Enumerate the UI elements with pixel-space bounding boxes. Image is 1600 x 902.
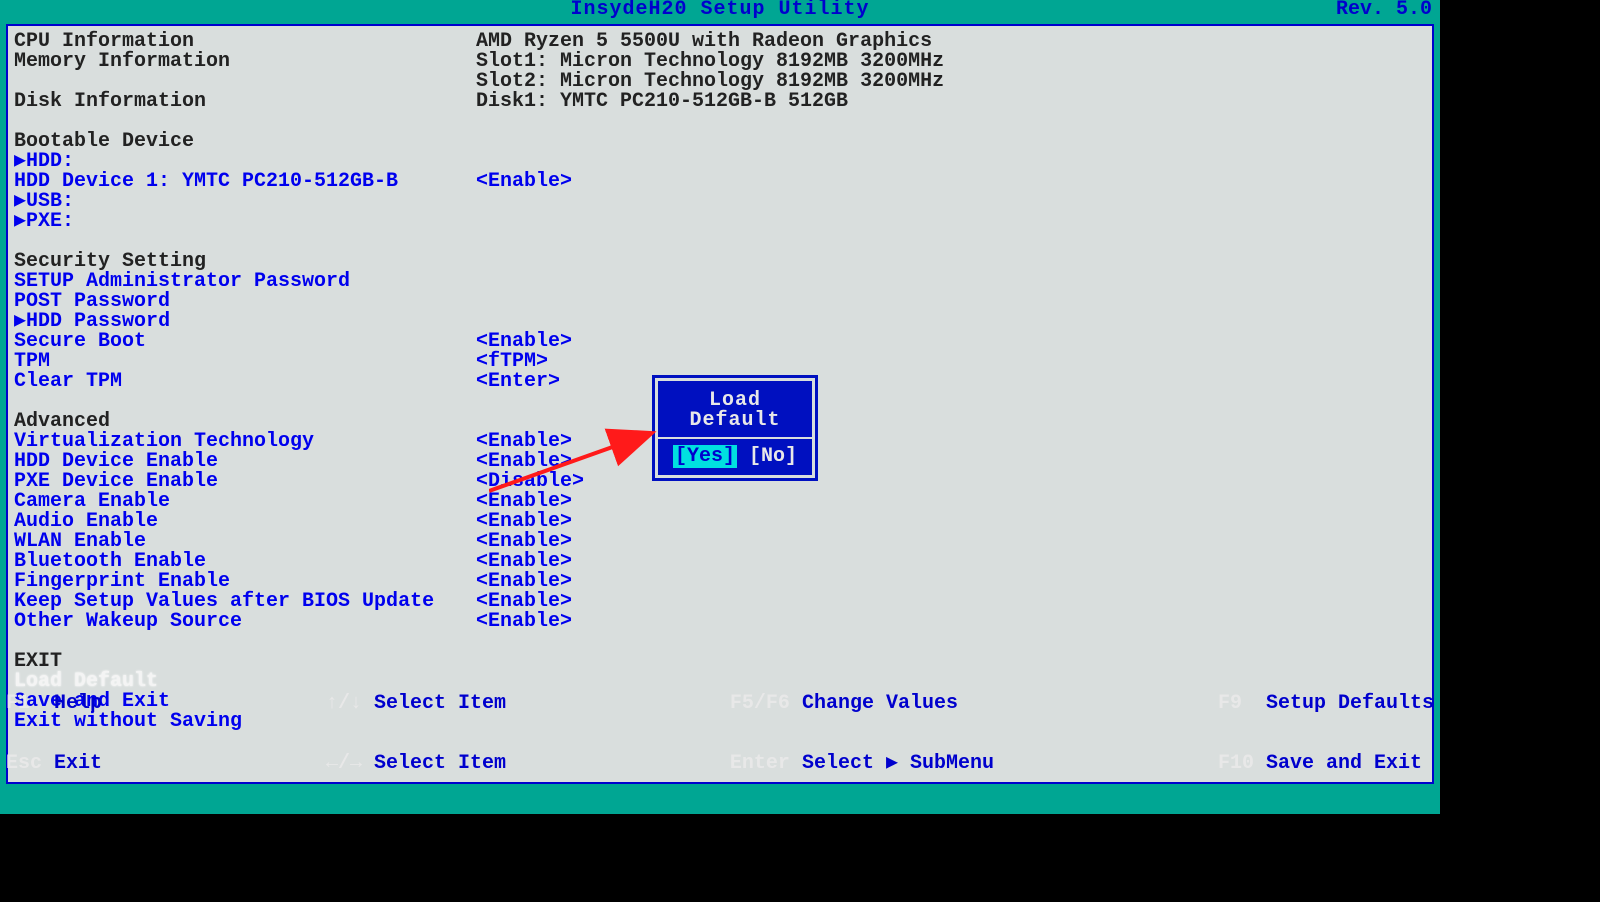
hdd-submenu[interactable]: ▶HDD:	[14, 152, 1424, 172]
select-item-2: Select Item	[374, 752, 506, 775]
fingerprint-enable-label[interactable]: Fingerprint Enable	[14, 572, 476, 592]
tpm-label[interactable]: TPM	[14, 352, 476, 372]
memory-info-label: Memory Information	[14, 52, 476, 72]
bootable-header: Bootable Device	[14, 132, 1424, 152]
esc-key: Esc	[6, 752, 54, 775]
leftright-key: ←/→	[326, 752, 374, 775]
usb-submenu[interactable]: ▶USB:	[14, 192, 1424, 212]
cpu-info-label: CPU Information	[14, 32, 476, 52]
other-wakeup-label[interactable]: Other Wakeup Source	[14, 612, 476, 632]
exit-without-saving-item[interactable]: Exit without Saving	[14, 712, 1424, 732]
f5f6-key: F5/F6	[730, 692, 802, 715]
dialog-yes-button[interactable]: [Yes]	[673, 445, 737, 468]
fingerprint-enable-value[interactable]: <Enable>	[476, 572, 572, 592]
security-header: Security Setting	[14, 252, 1424, 272]
bluetooth-enable-label[interactable]: Bluetooth Enable	[14, 552, 476, 572]
hdd-enable-label[interactable]: HDD Device Enable	[14, 452, 476, 472]
save-and-exit-hint: Save and Exit	[1266, 752, 1422, 775]
audio-enable-label[interactable]: Audio Enable	[14, 512, 476, 532]
secure-boot-label[interactable]: Secure Boot	[14, 332, 476, 352]
select-item-1: Select Item	[374, 692, 506, 715]
title-bar: InsydeH20 Setup Utility	[0, 0, 1440, 20]
memory-slot1: Slot1: Micron Technology 8192MB 3200MHz	[476, 52, 944, 72]
change-values: Change Values	[802, 692, 958, 715]
tpm-value[interactable]: <fTPM>	[476, 352, 548, 372]
camera-enable-value[interactable]: <Enable>	[476, 492, 572, 512]
camera-enable-label[interactable]: Camera Enable	[14, 492, 476, 512]
wlan-enable-label[interactable]: WLAN Enable	[14, 532, 476, 552]
virtualization-value[interactable]: <Enable>	[476, 432, 572, 452]
hdd-password[interactable]: ▶HDD Password	[14, 312, 1424, 332]
enter-key: Enter	[730, 752, 802, 775]
updown-key: ↑/↓	[326, 692, 374, 715]
secure-boot-value[interactable]: <Enable>	[476, 332, 572, 352]
other-wakeup-value[interactable]: <Enable>	[476, 612, 572, 632]
dialog-no-button[interactable]: [No]	[749, 445, 797, 468]
select-submenu: Select ▶ SubMenu	[802, 752, 994, 775]
keep-values-value[interactable]: <Enable>	[476, 592, 572, 612]
hdd-device-1[interactable]: HDD Device 1: YMTC PC210-512GB-B	[14, 172, 476, 192]
pxe-submenu[interactable]: ▶PXE:	[14, 212, 1424, 232]
f1-help: Help	[54, 692, 102, 715]
hdd-device-1-value[interactable]: <Enable>	[476, 172, 572, 192]
load-default-item[interactable]: Load Default	[14, 672, 1424, 692]
f1-key: F1	[6, 692, 54, 715]
f9-key: F9	[1218, 692, 1266, 715]
post-password[interactable]: POST Password	[14, 292, 1424, 312]
bios-screen: InsydeH20 Setup Utility Rev. 5.0 CPU Inf…	[0, 0, 1440, 814]
footer-bar: F1 Help Esc Exit ↑/↓ Select Item ←/→ Sel…	[0, 786, 1440, 814]
bluetooth-enable-value[interactable]: <Enable>	[476, 552, 572, 572]
dialog-title: Load Default	[658, 385, 812, 439]
virtualization-label[interactable]: Virtualization Technology	[14, 432, 476, 452]
memory-slot2: Slot2: Micron Technology 8192MB 3200MHz	[476, 72, 944, 92]
save-and-exit-item[interactable]: Save and Exit	[14, 692, 1424, 712]
load-default-dialog: Load Default [Yes] [No]	[655, 378, 815, 478]
disk-info-label: Disk Information	[14, 92, 476, 112]
pxe-enable-label[interactable]: PXE Device Enable	[14, 472, 476, 492]
clear-tpm-value[interactable]: <Enter>	[476, 372, 560, 392]
pxe-enable-value[interactable]: <Disable>	[476, 472, 584, 492]
audio-enable-value[interactable]: <Enable>	[476, 512, 572, 532]
exit-header: EXIT	[14, 652, 1424, 672]
hdd-enable-value[interactable]: <Enable>	[476, 452, 572, 472]
disk-info-value: Disk1: YMTC PC210-512GB-B 512GB	[476, 92, 848, 112]
setup-defaults: Setup Defaults	[1266, 692, 1434, 715]
keep-values-label[interactable]: Keep Setup Values after BIOS Update	[14, 592, 476, 612]
cpu-info-value: AMD Ryzen 5 5500U with Radeon Graphics	[476, 32, 932, 52]
esc-exit: Exit	[54, 752, 102, 775]
clear-tpm-label[interactable]: Clear TPM	[14, 372, 476, 392]
revision-label: Rev. 5.0	[1336, 0, 1432, 20]
f10-key: F10	[1218, 752, 1266, 775]
setup-admin-password[interactable]: SETUP Administrator Password	[14, 272, 1424, 292]
wlan-enable-value[interactable]: <Enable>	[476, 532, 572, 552]
